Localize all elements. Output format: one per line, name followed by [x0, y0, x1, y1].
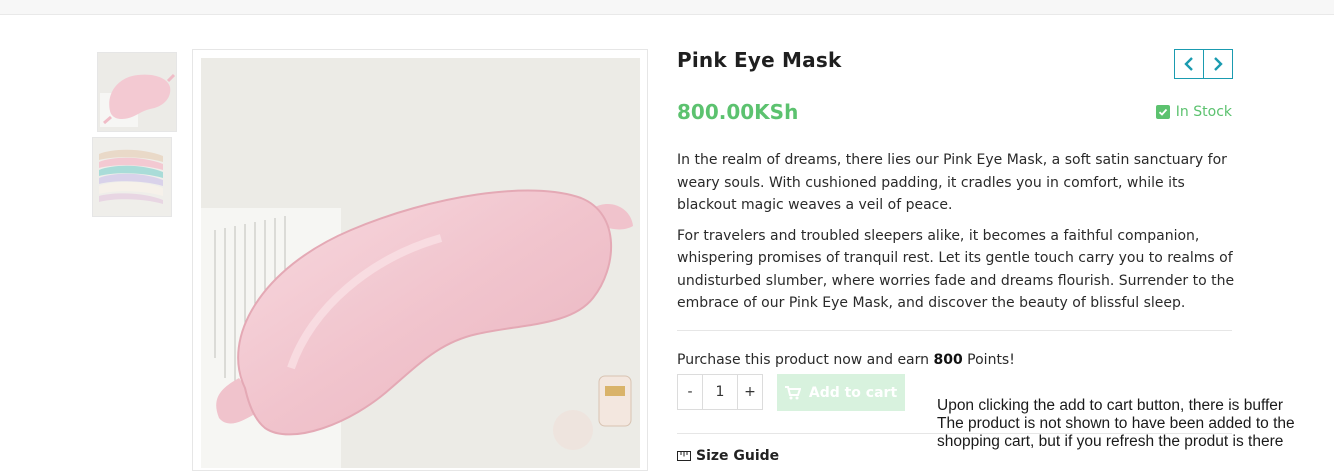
points-prefix: Purchase this product now and earn — [677, 352, 934, 368]
annotation-line: Upon clicking the add to cart button, th… — [937, 397, 1284, 414]
ruler-icon — [677, 451, 691, 461]
next-product-button[interactable] — [1203, 50, 1232, 78]
quantity-stepper: - 1 + — [677, 374, 763, 410]
product-nav — [1174, 49, 1233, 79]
size-guide-link[interactable]: Size Guide — [677, 448, 779, 464]
quantity-input[interactable]: 1 — [702, 375, 738, 409]
product-image[interactable] — [201, 58, 640, 468]
annotation-line: shopping cart, but if you refresh the pr… — [937, 433, 1284, 450]
product-price: 800.00KSh — [677, 100, 799, 124]
chevron-left-icon — [1184, 57, 1193, 71]
points-value: 800 — [933, 352, 963, 368]
stock-status: In Stock — [1155, 104, 1232, 120]
size-guide-label: Size Guide — [696, 448, 780, 464]
chevron-right-icon — [1214, 57, 1223, 71]
previous-product-button[interactable] — [1175, 50, 1203, 78]
divider — [677, 330, 1232, 331]
top-bar — [0, 0, 1334, 15]
annotation-line: The product is not shown to have been ad… — [937, 415, 1295, 432]
description-paragraph: In the realm of dreams, there lies our P… — [677, 152, 1227, 213]
points-suffix: Points! — [962, 352, 1015, 368]
main-image-frame — [192, 49, 648, 471]
add-to-cart-button[interactable]: Add to cart — [777, 374, 905, 411]
product-description: In the realm of dreams, there lies our P… — [677, 149, 1237, 323]
description-paragraph: For travelers and troubled sleepers alik… — [677, 227, 1235, 312]
quantity-increase-button[interactable]: + — [738, 375, 762, 409]
quantity-decrease-button[interactable]: - — [678, 375, 702, 409]
checkbox-checked-icon — [1155, 105, 1170, 119]
thumbnail-pink-mask[interactable] — [97, 52, 177, 132]
points-message: Purchase this product now and earn 800 P… — [677, 352, 1015, 368]
thumbnail-mask-colors[interactable] — [92, 137, 172, 217]
stock-status-label: In Stock — [1175, 104, 1232, 120]
product-title: Pink Eye Mask — [677, 48, 842, 72]
add-to-cart-label: Add to cart — [808, 384, 898, 401]
annotation-note: Upon clicking the add to cart button, th… — [937, 397, 1317, 451]
shopping-cart-icon — [784, 385, 801, 399]
